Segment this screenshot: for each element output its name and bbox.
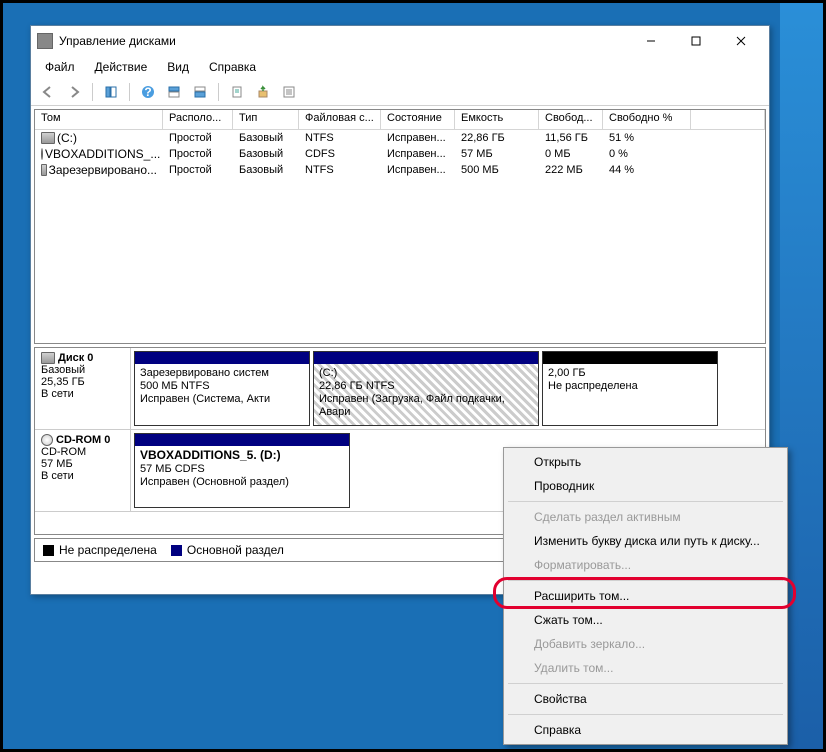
cell-vol: Зарезервировано... [35,163,163,177]
show-hide-tree-button[interactable] [100,81,122,103]
cell-free: 222 МБ [539,164,603,176]
cell-state: Исправен... [381,164,455,176]
menu-view[interactable]: Вид [159,58,197,76]
refresh-button[interactable] [252,81,274,103]
cell-cap: 500 МБ [455,164,539,176]
cell-free: 11,56 ГБ [539,132,603,144]
maximize-button[interactable] [673,27,718,55]
context-menu: Открыть Проводник Сделать раздел активны… [503,447,788,745]
properties-button[interactable] [226,81,248,103]
col-free[interactable]: Свобод... [539,110,603,130]
cell-vol: (C:) [35,131,163,145]
ctx-change-letter[interactable]: Изменить букву диска или путь к диску... [506,529,785,553]
partition[interactable]: Зарезервировано систем500 МБ NTFSИсправе… [134,351,310,426]
col-capacity[interactable]: Емкость [455,110,539,130]
column-headers: Том Располо... Тип Файловая с... Состоян… [35,110,765,130]
forward-button[interactable] [63,81,85,103]
action-list-button[interactable] [278,81,300,103]
disk-row: Диск 0Базовый25,35 ГБВ сетиЗарезервирова… [35,348,765,430]
volume-list[interactable]: Том Располо... Тип Файловая с... Состоян… [34,109,766,344]
col-fs[interactable]: Файловая с... [299,110,381,130]
ctx-open[interactable]: Открыть [506,450,785,474]
cell-layout: Простой [163,132,233,144]
menu-file[interactable]: Файл [37,58,83,76]
cell-vol: VBOXADDITIONS_... [35,147,163,161]
partition[interactable]: VBOXADDITIONS_5. (D:)57 МБ CDFSИсправен … [134,433,350,508]
col-volume[interactable]: Том [35,110,163,130]
ctx-properties[interactable]: Свойства [506,687,785,711]
partition[interactable]: 2,00 ГБНе распределена [542,351,718,426]
ctx-make-active: Сделать раздел активным [506,505,785,529]
disk-info[interactable]: Диск 0Базовый25,35 ГБВ сети [35,348,131,429]
toolbar: ? [31,78,769,106]
menu-help[interactable]: Справка [201,58,264,76]
cell-freepct: 44 % [603,164,691,176]
view-top-button[interactable] [163,81,185,103]
ctx-explorer[interactable]: Проводник [506,474,785,498]
cell-layout: Простой [163,164,233,176]
view-bottom-button[interactable] [189,81,211,103]
cell-state: Исправен... [381,132,455,144]
col-state[interactable]: Состояние [381,110,455,130]
legend-primary-label: Основной раздел [187,543,284,557]
cell-type: Базовый [233,164,299,176]
table-row[interactable]: Зарезервировано...ПростойБазовыйNTFSИспр… [35,162,765,178]
legend-unallocated-icon [43,545,54,556]
ctx-extend-volume[interactable]: Расширить том... [506,584,785,608]
cell-free: 0 МБ [539,148,603,160]
cell-fs: CDFS [299,148,381,160]
ctx-format: Форматировать... [506,553,785,577]
col-layout[interactable]: Располо... [163,110,233,130]
menu-action[interactable]: Действие [87,58,156,76]
col-type[interactable]: Тип [233,110,299,130]
cell-layout: Простой [163,148,233,160]
cell-freepct: 0 % [603,148,691,160]
table-row[interactable]: VBOXADDITIONS_...ПростойБазовыйCDFSИспра… [35,146,765,162]
partition[interactable]: (C:)22,86 ГБ NTFSИсправен (Загрузка, Фай… [313,351,539,426]
ctx-shrink-volume[interactable]: Сжать том... [506,608,785,632]
titlebar[interactable]: Управление дисками [31,26,769,56]
disk-info[interactable]: CD-ROM 0CD-ROM57 МБВ сети [35,430,131,511]
window-title: Управление дисками [59,34,628,48]
ctx-help[interactable]: Справка [506,718,785,742]
table-row[interactable]: (C:)ПростойБазовыйNTFSИсправен...22,86 Г… [35,130,765,146]
ctx-add-mirror: Добавить зеркало... [506,632,785,656]
cell-cap: 22,86 ГБ [455,132,539,144]
close-button[interactable] [718,27,763,55]
cell-state: Исправен... [381,148,455,160]
cell-type: Базовый [233,148,299,160]
ctx-delete-volume: Удалить том... [506,656,785,680]
app-icon [37,33,53,49]
col-spacer [691,110,765,130]
cell-fs: NTFS [299,164,381,176]
help-button[interactable]: ? [137,81,159,103]
back-button[interactable] [37,81,59,103]
cell-freepct: 51 % [603,132,691,144]
cell-fs: NTFS [299,132,381,144]
legend-primary-icon [171,545,182,556]
cell-cap: 57 МБ [455,148,539,160]
col-freepct[interactable]: Свободно % [603,110,691,130]
svg-text:?: ? [144,85,151,99]
menubar: Файл Действие Вид Справка [31,56,769,78]
minimize-button[interactable] [628,27,673,55]
cell-type: Базовый [233,132,299,144]
legend-unallocated-label: Не распределена [59,543,157,557]
